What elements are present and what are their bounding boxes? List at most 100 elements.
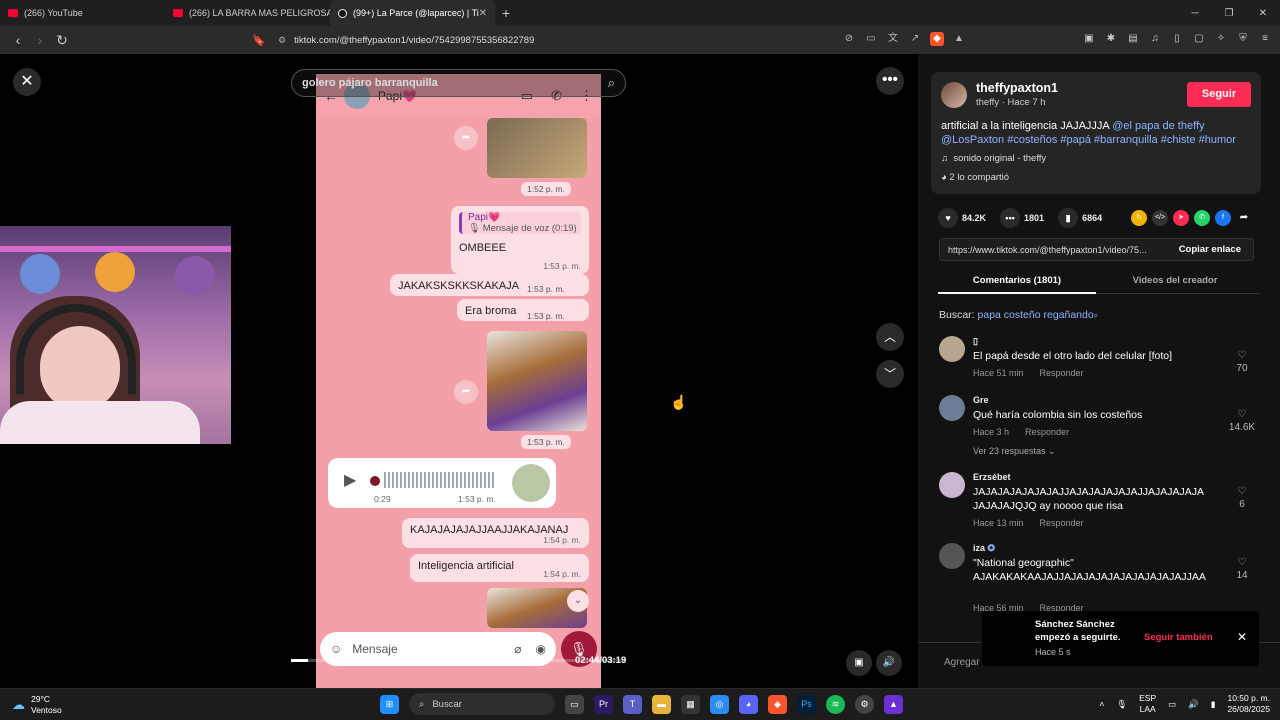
embed-icon[interactable]: </> (1152, 210, 1168, 226)
float-player-button[interactable]: ▣ (846, 650, 872, 676)
author-avatar[interactable] (941, 82, 967, 108)
reply-button[interactable]: Responder (1025, 427, 1069, 437)
waveform (384, 472, 494, 488)
comment-button[interactable]: ••• 1801 (1000, 208, 1044, 228)
taskbar-search[interactable]: ⌕ Buscar (409, 693, 555, 715)
add-comment-input[interactable]: Agregar (944, 657, 980, 668)
share-page-icon[interactable]: ↗ (908, 32, 922, 46)
commenter-avatar[interactable] (939, 336, 965, 362)
microphone-icon[interactable]: 🎙 (1116, 699, 1127, 710)
reload-icon[interactable]: ↻ (52, 32, 72, 49)
clock[interactable]: 10:50 p. m. 26/08/2025 (1227, 693, 1270, 715)
commenter-avatar[interactable] (939, 472, 965, 498)
no-tracking-icon[interactable]: ⊘ (842, 32, 856, 46)
tab-youtube[interactable]: (266) YouTube (0, 0, 165, 26)
tab-youtube-video[interactable]: (266) LA BARRA MAS PELIGROSA DE (165, 0, 330, 26)
language-indicator[interactable]: ESP LAA (1139, 693, 1156, 715)
close-tab-icon[interactable]: ✕ (479, 8, 487, 19)
tab-creator-videos[interactable]: Videos del creador (1096, 275, 1254, 286)
brave-shields-icon[interactable]: ◆ (930, 32, 944, 46)
commenter-avatar[interactable] (939, 543, 965, 569)
video-player[interactable]: ✕ ← Papi💗 ▭ ✆ ⋮ ➦ 1:52 p. m. Papi💗 🎙 Men… (0, 54, 918, 688)
cast-icon[interactable]: ▭ (864, 32, 878, 46)
sound-link[interactable]: ♫ sonido original - theffy (941, 153, 1046, 164)
volume-icon[interactable]: 🔊 (1188, 699, 1199, 710)
previous-video-button[interactable]: ︿ (876, 323, 904, 351)
commenter-avatar[interactable] (939, 395, 965, 421)
comment-like-button[interactable]: ♡ 14 (1225, 557, 1259, 581)
store-icon[interactable]: ▦ (681, 694, 700, 714)
chrome-icon[interactable]: ◎ (710, 694, 729, 714)
volume-button[interactable]: 🔊 (876, 650, 902, 676)
leo-icon[interactable]: ✧ (1214, 32, 1228, 46)
reply-button[interactable]: Responder (1040, 368, 1084, 378)
premiere-icon[interactable]: Pr (594, 694, 613, 714)
tab-tiktok[interactable]: (99+) La Parce (@laparcec) | Ti ✕ (330, 0, 495, 26)
weather-widget[interactable]: ☁ 29°C Ventoso (12, 694, 62, 716)
reply-button[interactable]: Responder (1040, 518, 1084, 528)
commenter-name[interactable]: ▯ (973, 336, 978, 347)
follow-back-button[interactable]: Seguir también (1144, 632, 1213, 643)
wallet2-icon[interactable]: ▢ (1192, 32, 1206, 46)
share-link[interactable]: https://www.tiktok.com/@theffypaxton1/vi… (948, 245, 1173, 255)
camera-icon: ◉ (535, 642, 546, 656)
music-icon[interactable]: ♫ (1148, 32, 1162, 46)
follow-button[interactable]: Seguir (1187, 82, 1251, 107)
forward-icon[interactable]: › (30, 32, 50, 48)
like-button[interactable]: ♥ 84.2K (938, 208, 986, 228)
brave-icon[interactable]: ◆ (768, 694, 787, 714)
send-icon[interactable]: ➤ (1173, 210, 1189, 226)
comment-like-button[interactable]: ♡ 6 (1225, 486, 1259, 510)
repost-icon[interactable]: ↻ (1131, 210, 1147, 226)
facebook-icon[interactable]: f (1215, 210, 1231, 226)
comment-like-button[interactable]: ♡ 14.6K (1225, 409, 1259, 433)
teams-icon[interactable]: T (623, 694, 642, 714)
file-explorer-icon[interactable]: ▬ (652, 694, 671, 714)
new-tab-button[interactable]: + (495, 5, 517, 21)
search-bar[interactable]: golero pájaro barranquilla ⌕ (291, 69, 626, 97)
close-icon[interactable]: ✕ (1237, 630, 1247, 644)
app-icon[interactable]: ▲ (884, 694, 903, 714)
restore-icon[interactable]: ❐ (1212, 8, 1246, 19)
bookmark-icon[interactable]: 🔖 (252, 34, 266, 47)
author-username[interactable]: theffypaxton1 (976, 81, 1058, 95)
site-info-icon[interactable]: ⚙ (278, 35, 286, 46)
rewards-icon[interactable]: ▲ (952, 32, 966, 46)
windows-start-icon[interactable]: ⊞ (380, 694, 399, 714)
whatsapp-icon[interactable]: ✆ (1194, 210, 1210, 226)
vpn-icon[interactable]: ⛨ (1236, 32, 1250, 46)
copy-link-button[interactable]: Copiar enlace (1179, 244, 1241, 255)
steam-icon[interactable]: ⚙ (855, 694, 874, 714)
photoshop-icon[interactable]: Ps (797, 694, 816, 714)
comment-like-button[interactable]: ♡ 70 (1225, 350, 1259, 374)
related-search-link[interactable]: papa costeño regañando (978, 309, 1094, 321)
chevron-up-icon[interactable]: ˄ (1099, 699, 1104, 709)
close-video-button[interactable]: ✕ (13, 68, 41, 96)
next-video-button[interactable]: ﹀ (876, 360, 904, 388)
share-arrow-icon[interactable]: ➦ (1236, 210, 1252, 226)
battery-icon[interactable]: ▮ (1211, 699, 1216, 710)
more-options-button[interactable]: ••• (876, 67, 904, 95)
search-icon[interactable]: ⌕ (1094, 311, 1098, 320)
wallet-icon[interactable]: ▤ (1126, 32, 1140, 46)
discord-icon[interactable]: ◕ (739, 694, 758, 714)
commenter-name[interactable]: Erzsébet (973, 472, 1011, 482)
network-icon[interactable]: ▭ (1168, 699, 1176, 710)
back-icon[interactable]: ‹ (8, 32, 28, 48)
shared-by[interactable]: ◕ 2 lo compartió (941, 172, 1009, 183)
view-replies-button[interactable]: Ver 23 respuestas ⌄ (973, 446, 1056, 457)
sidebar-icon[interactable]: ▯ (1170, 32, 1184, 46)
menu-icon[interactable]: ≡ (1258, 32, 1272, 46)
tab-comments[interactable]: Comentarios (1801) (938, 275, 1096, 294)
save-button[interactable]: ▮ 6864 (1058, 208, 1102, 228)
commenter-name[interactable]: iza ✪ (973, 543, 995, 554)
search-icon[interactable]: ⌕ (608, 75, 615, 91)
task-view-icon[interactable]: ▭ (565, 694, 584, 714)
screenshot-icon[interactable]: ▣ (1082, 32, 1096, 46)
translate-icon[interactable]: 文 (886, 32, 900, 46)
extensions-icon[interactable]: ✱ (1104, 32, 1118, 46)
spotify-icon[interactable]: ≋ (826, 694, 845, 714)
minimize-icon[interactable]: ─ (1178, 8, 1212, 19)
close-window-icon[interactable]: ✕ (1246, 8, 1280, 19)
commenter-name[interactable]: Gre (973, 395, 989, 405)
